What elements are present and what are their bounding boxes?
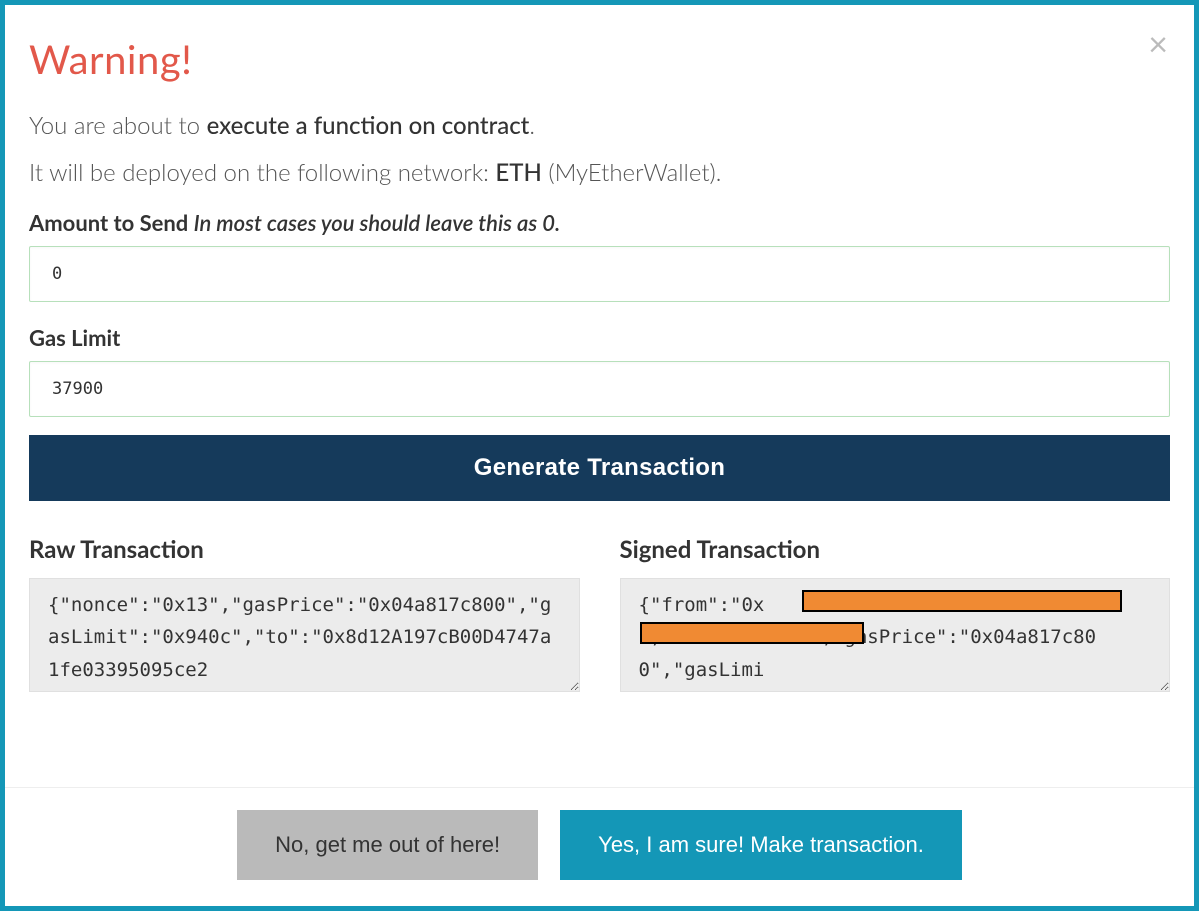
raw-transaction-wrap bbox=[29, 578, 580, 696]
close-icon[interactable]: × bbox=[1148, 27, 1168, 61]
intro-line-1-bold: execute a function on contract bbox=[207, 111, 530, 140]
confirm-button[interactable]: Yes, I am sure! Make transaction. bbox=[560, 810, 962, 880]
modal-dialog: × Warning! You are about to execute a fu… bbox=[0, 0, 1199, 911]
generate-transaction-button[interactable]: Generate Transaction bbox=[29, 435, 1170, 501]
gas-limit-label: Gas Limit bbox=[29, 324, 1170, 351]
intro-line-1-prefix: You are about to bbox=[29, 111, 207, 140]
raw-transaction-textarea[interactable] bbox=[29, 578, 580, 692]
raw-transaction-label: Raw Transaction bbox=[29, 535, 580, 564]
signed-transaction-wrap bbox=[620, 578, 1171, 696]
modal-body: Warning! You are about to execute a func… bbox=[5, 5, 1194, 696]
intro-line-2-prefix: It will be deployed on the following net… bbox=[29, 158, 495, 187]
modal-title: Warning! bbox=[29, 35, 1170, 83]
amount-to-send-label: Amount to Send In most cases you should … bbox=[29, 209, 1170, 236]
intro-line-2: It will be deployed on the following net… bbox=[29, 158, 1170, 187]
network-name: ETH bbox=[495, 158, 541, 187]
transaction-output-row: Raw Transaction Signed Transaction bbox=[29, 535, 1170, 696]
network-service: (MyEtherWallet). bbox=[542, 158, 722, 187]
amount-to-send-group: Amount to Send In most cases you should … bbox=[29, 209, 1170, 302]
intro-line-1: You are about to execute a function on c… bbox=[29, 111, 1170, 140]
signed-transaction-textarea[interactable] bbox=[620, 578, 1171, 692]
gas-limit-input[interactable] bbox=[29, 361, 1170, 417]
signed-transaction-col: Signed Transaction bbox=[620, 535, 1171, 696]
intro-line-1-suffix: . bbox=[529, 111, 535, 140]
amount-to-send-input[interactable] bbox=[29, 246, 1170, 302]
amount-to-send-hint: In most cases you should leave this as 0… bbox=[194, 209, 561, 236]
raw-transaction-col: Raw Transaction bbox=[29, 535, 580, 696]
cancel-button[interactable]: No, get me out of here! bbox=[237, 810, 538, 880]
amount-to-send-label-text: Amount to Send bbox=[29, 209, 194, 236]
modal-footer: No, get me out of here! Yes, I am sure! … bbox=[5, 787, 1194, 906]
signed-transaction-label: Signed Transaction bbox=[620, 535, 1171, 564]
gas-limit-group: Gas Limit bbox=[29, 324, 1170, 417]
